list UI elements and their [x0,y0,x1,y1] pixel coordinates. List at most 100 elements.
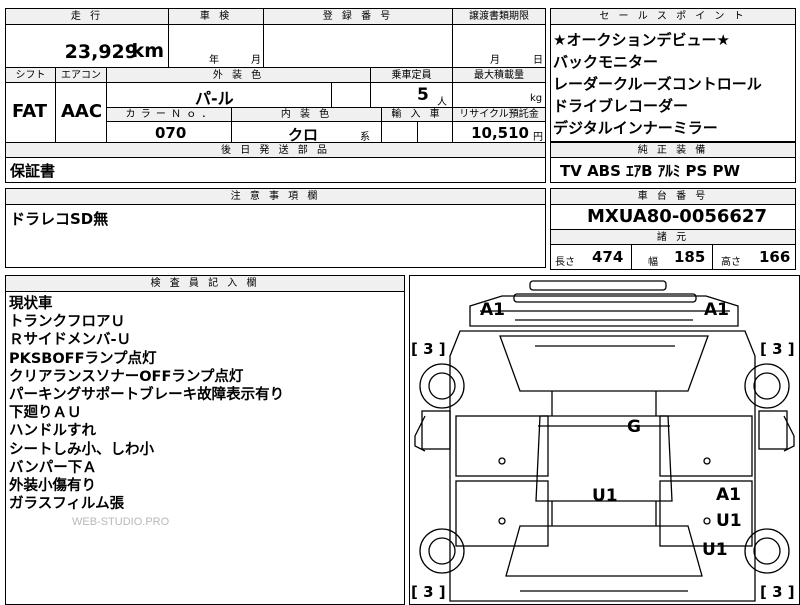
damage-mark: U1 [592,486,618,506]
inspector-item: 下廻りＡＵ [9,405,82,422]
color-no-value: 070 [155,124,187,142]
damage-mark: A1 [704,300,729,320]
dim-height-value: 166 [759,248,791,266]
exterior-color-value: パ-ル [195,89,234,108]
inspector-item: Ｒサイドメンバ-Ｕ [9,332,132,349]
damage-mark: A1 [716,485,741,505]
registration-header: 登 録 番 号 [264,9,453,25]
inspector-item: パーキングサポートブレーキ故障表示有り [9,387,285,404]
mileage-value: 23,929 [64,41,138,63]
recycle-header: リサイクル預託金 [453,108,546,122]
transfer-day: 日 [533,55,543,66]
recycle-cell: 10,510 円 [453,122,546,143]
tire-mark: [ 3 ] [760,340,795,358]
genuine-equipment-value: TV ABS ｴｱB ｱﾙﾐ PS PW [560,162,741,180]
shift-cell: FAT [6,83,56,143]
main-info-table: 走 行 車 検 登 録 番 号 譲渡書類期限 23,929 km 年 月 月 日… [5,8,546,144]
inspector-item: ガラスフィルム張 [9,496,125,513]
damage-mark: U1 [702,540,728,560]
registration-cell [264,25,453,68]
color-no-header: カ ラ ー Ｎ ｏ ． [107,108,232,122]
sales-point-item: ★オークションデビュー★ [553,31,730,49]
notes-value: ドラレコSD無 [10,210,109,228]
watermark: WEB-STUDIO.PRO [72,516,170,528]
import-header: 輸 入 車 [382,108,453,122]
inspector-item: トランクフロアＵ [9,314,125,331]
exterior-color-cell: パ-ル [107,83,332,108]
aircon-value: AAC [61,101,103,122]
dim-height-label: 高さ [721,257,741,268]
import-cell-a [382,122,418,143]
interior-color-header: 内 装 色 [232,108,382,122]
import-cell-b [418,122,453,143]
later-parts-header: 後 日 発 送 部 品 [6,143,545,158]
sales-points-list: ★オークションデビュー★ バックモニター レーダークルーズコントロール ドライブ… [553,29,762,139]
inspector-item: バンパー下Ａ [9,459,97,476]
car-diagram [414,280,795,602]
inspector-item: シートしみ小、しわ小 [9,441,154,458]
exterior-color-header: 外 装 色 [107,68,371,83]
tire-mark: [ 3 ] [411,583,446,601]
later-parts-panel: 後 日 発 送 部 品 保証書 [5,142,546,183]
inspector-item: ハンドルすれ [9,423,96,440]
shift-value: FAT [12,101,48,122]
dim-length-label: 長さ [555,257,575,268]
inspection-header: 車 検 [169,9,264,25]
inspector-item: 現状車 [9,296,53,312]
aircon-cell: AAC [56,83,107,143]
recycle-unit: 円 [533,132,543,143]
inspector-header: 検 査 員 記 入 欄 [6,276,404,292]
dim-length-value: 474 [592,248,624,266]
transfer-deadline-header: 譲渡書類期限 [453,9,546,25]
sales-point-item: デジタルインナーミラー [553,119,718,137]
later-parts-value: 保証書 [10,162,56,180]
mileage-unit: km [131,40,164,62]
capacity-cell: 5 人 [371,83,453,108]
sales-point-item: バックモニター [553,53,659,71]
inspector-item: 外装小傷有り [9,478,96,495]
dim-length-cell: 長さ 474 [551,245,632,269]
shift-header: シフト [6,68,56,83]
capacity-value: 5 [417,85,429,105]
aircon-header: エアコン [56,68,107,83]
recycle-value: 10,510 [471,124,529,142]
sales-point-item: レーダークルーズコントロール [553,75,762,93]
dim-width-value: 185 [674,248,706,266]
capacity-header: 乗車定員 [371,68,453,83]
genuine-equipment-header: 純 正 装 備 [551,143,795,158]
inspector-list: 現状車 トランクフロアＵ Ｒサイドメンバ-Ｕ PKSBOFFランプ点灯 クリアラ… [9,295,284,513]
chassis-header: 車 台 番 号 [551,189,795,205]
inspector-item: PKSBOFFランプ点灯 [9,350,157,367]
transfer-month: 月 [490,55,500,66]
chassis-cell: MXUA80-0056627 [551,205,795,230]
inspector-panel: 検 査 員 記 入 欄 現状車 トランクフロアＵ Ｒサイドメンバ-Ｕ PKSBO… [5,275,405,605]
sales-points-header: セ ー ル ス ポ イ ン ト [551,9,795,25]
inspection-year: 年 [209,55,219,66]
max-load-header: 最大積載量 [453,68,546,83]
damage-mark: G [627,417,641,437]
inspector-item: クリアランスソナーOFFランプ点灯 [9,368,244,385]
notes-panel: 注 意 事 項 欄 ドラレコSD無 [5,188,546,268]
transfer-deadline-cell: 月 日 [453,25,546,68]
mileage-header: 走 行 [6,9,169,25]
capacity-unit: 人 [437,97,447,108]
color-no-cell: 070 [107,122,232,143]
inspection-cell: 年 月 [169,25,264,68]
sales-point-item: ドライブレコーダー [553,97,689,115]
interior-color-cell: クロ 系 [232,122,382,144]
damage-mark: U1 [716,511,742,531]
exterior-color-extra [332,83,371,108]
chassis-panel: 車 台 番 号 MXUA80-0056627 諸 元 長さ 474 幅 185 … [550,188,796,270]
mileage-cell: 23,929 km [6,25,169,68]
inspection-month: 月 [251,55,261,66]
max-load-cell: kg [453,83,546,108]
sales-points-panel: セ ー ル ス ポ イ ン ト ★オークションデビュー★ バックモニター レーダ… [550,8,796,142]
notes-header: 注 意 事 項 欄 [6,189,545,205]
dimensions-header: 諸 元 [551,230,795,245]
dim-height-cell: 高さ 166 [713,245,795,269]
damage-mark: A1 [480,300,505,320]
dim-width-cell: 幅 185 [632,245,713,269]
dim-width-label: 幅 [648,257,658,268]
tire-mark: [ 3 ] [411,340,446,358]
genuine-equipment-panel: 純 正 装 備 TV ABS ｴｱB ｱﾙﾐ PS PW [550,142,796,183]
